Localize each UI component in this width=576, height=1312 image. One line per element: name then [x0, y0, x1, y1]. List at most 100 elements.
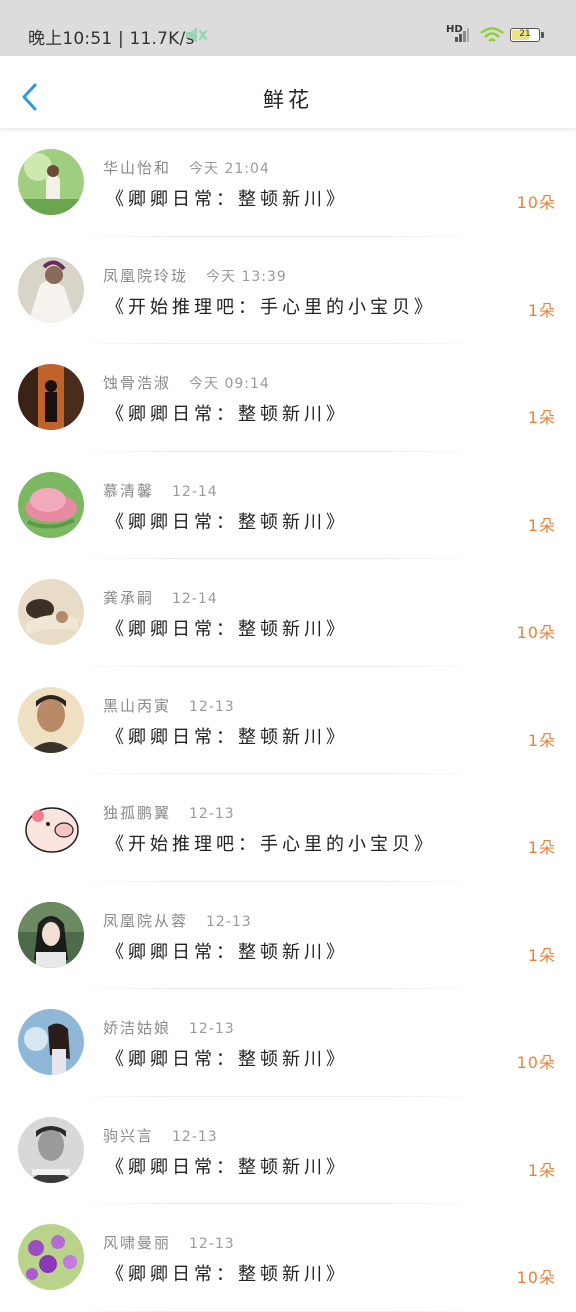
flower-count: 1朵 — [527, 408, 556, 427]
gift-list: 华山怡和 今天 21:04 《卿卿日常：整顿新川》 10朵 凤凰院玲珑 今天 13:39 《… — [0, 129, 576, 1312]
avatar[interactable] — [18, 256, 84, 323]
list-item[interactable]: 驹兴言 12-13 《卿卿日常：整顿新川》 1朵 — [0, 1097, 576, 1204]
avatar[interactable] — [18, 686, 84, 753]
user-name[interactable]: 凤凰院从蓉 12-13 — [103, 910, 252, 931]
avatar-man-portrait — [18, 686, 84, 753]
list-item[interactable]: 凤凰院从蓉 12-13 《卿卿日常：整顿新川》 1朵 — [0, 882, 576, 989]
user-name[interactable]: 风啸曼丽 12-13 — [103, 1232, 235, 1253]
gift-time: 今天 21:04 — [189, 161, 270, 177]
flower-count: 10朵 — [516, 1268, 556, 1287]
avatar[interactable] — [18, 579, 84, 645]
list-item[interactable]: 黑山丙寅 12-13 《卿卿日常：整顿新川》 1朵 — [0, 667, 576, 774]
book-title[interactable]: 《开始推理吧：手心里的小宝贝》 — [106, 830, 436, 856]
avatar[interactable] — [18, 149, 84, 215]
avatar-woman-forest — [18, 901, 84, 968]
avatar[interactable] — [18, 901, 84, 968]
flower-count: 1朵 — [527, 515, 556, 535]
user-name-text: 蚀骨浩淑 — [103, 374, 172, 392]
list-item[interactable]: 龚承嗣 12-14 《卿卿日常：整顿新川》 10朵 — [0, 559, 576, 667]
avatar-cartoon-pig — [18, 794, 84, 860]
gift-time: 12-13 — [172, 1128, 218, 1145]
row-divider — [70, 1310, 486, 1312]
user-name[interactable]: 慕清馨 12-14 — [103, 480, 218, 501]
gift-time: 12-13 — [189, 806, 235, 822]
user-name-text: 驹兴言 — [103, 1126, 155, 1145]
nav-header: 鲜花 — [0, 56, 576, 129]
list-item[interactable]: 华山怡和 今天 21:04 《卿卿日常：整顿新川》 10朵 — [0, 129, 576, 237]
user-name-text: 慕清馨 — [103, 481, 155, 500]
flower-count: 1朵 — [527, 945, 556, 965]
avatar-reclining-figure — [18, 579, 84, 645]
user-name[interactable]: 华山怡和 今天 21:04 — [103, 157, 270, 178]
mute-icon — [186, 27, 208, 43]
gift-time: 12-13 — [189, 698, 235, 715]
avatar[interactable] — [18, 1224, 84, 1290]
battery-icon: 21 — [510, 28, 540, 42]
list-item[interactable]: 慕清馨 12-14 《卿卿日常：整顿新川》 1朵 — [0, 452, 576, 559]
book-title[interactable]: 《卿卿日常：整顿新川》 — [106, 615, 348, 641]
avatar-woman-blue-sky — [18, 1009, 84, 1075]
gift-time: 今天 09:14 — [189, 376, 270, 392]
user-name[interactable]: 龚承嗣 12-14 — [103, 587, 218, 608]
avatar[interactable] — [18, 471, 84, 538]
user-name-text: 娇洁姑娘 — [103, 1019, 172, 1037]
list-item[interactable]: 蚀骨浩淑 今天 09:14 《卿卿日常：整顿新川》 1朵 — [0, 344, 576, 452]
user-name-text: 凤凰院玲珑 — [103, 266, 189, 285]
battery-cap — [541, 32, 544, 38]
gift-time: 12-13 — [189, 1236, 235, 1252]
user-name[interactable]: 黑山丙寅 12-13 — [103, 695, 235, 716]
book-title[interactable]: 《卿卿日常：整顿新川》 — [106, 723, 348, 749]
user-name-text: 黑山丙寅 — [103, 696, 172, 715]
gift-time: 12-13 — [206, 913, 252, 930]
avatar-bw-man — [18, 1116, 84, 1183]
list-item[interactable]: 独孤鹏翼 12-13 《开始推理吧：手心里的小宝贝》 1朵 — [0, 774, 576, 882]
user-name-text: 华山怡和 — [103, 159, 172, 177]
list-item[interactable]: 娇洁姑娘 12-13 《卿卿日常：整顿新川》 10朵 — [0, 989, 576, 1097]
user-name-text: 风啸曼丽 — [103, 1234, 172, 1252]
book-title[interactable]: 《卿卿日常：整顿新川》 — [106, 508, 348, 534]
avatar-dark-silhouette — [18, 364, 84, 430]
book-title[interactable]: 《卿卿日常：整顿新川》 — [106, 1153, 348, 1179]
book-title[interactable]: 《卿卿日常：整顿新川》 — [106, 938, 348, 964]
flower-count: 10朵 — [516, 1053, 556, 1072]
user-name-text: 龚承嗣 — [103, 589, 155, 607]
list-item[interactable]: 凤凰院玲珑 今天 13:39 《开始推理吧：手心里的小宝贝》 1朵 — [0, 237, 576, 344]
avatar-purple-flowers — [18, 1224, 84, 1290]
user-name[interactable]: 娇洁姑娘 12-13 — [103, 1017, 235, 1038]
flower-count: 10朵 — [516, 193, 556, 212]
user-name-text: 独孤鹏翼 — [103, 804, 172, 822]
gift-time: 今天 13:39 — [206, 268, 287, 285]
status-time: 晚上10:51 | 11.7K/s — [28, 29, 195, 49]
flower-count: 1朵 — [527, 730, 556, 750]
avatar-green-garden — [18, 149, 84, 215]
user-name[interactable]: 驹兴言 12-13 — [103, 1125, 218, 1146]
book-title[interactable]: 《卿卿日常：整顿新川》 — [106, 400, 348, 426]
flower-count: 1朵 — [527, 1160, 556, 1180]
wifi-icon — [480, 27, 504, 42]
avatar[interactable] — [18, 1009, 84, 1075]
avatar[interactable] — [18, 1116, 84, 1183]
flower-count: 1朵 — [527, 838, 556, 857]
user-name[interactable]: 独孤鹏翼 12-13 — [103, 802, 235, 823]
gift-time: 12-14 — [172, 483, 218, 500]
battery-level: 21 — [519, 29, 531, 39]
gift-time: 12-14 — [172, 591, 218, 607]
gift-time: 12-13 — [189, 1021, 235, 1037]
status-bar: 晚上10:51 | 11.7K/s HD 21 — [0, 0, 576, 56]
signal-icon — [455, 28, 469, 42]
flower-count: 1朵 — [527, 300, 556, 320]
user-name[interactable]: 凤凰院玲珑 今天 13:39 — [103, 265, 287, 286]
book-title[interactable]: 《卿卿日常：整顿新川》 — [106, 1260, 348, 1286]
avatar-white-robe — [18, 256, 84, 323]
book-title[interactable]: 《卿卿日常：整顿新川》 — [106, 1045, 348, 1071]
avatar[interactable] — [18, 794, 84, 860]
book-title[interactable]: 《开始推理吧：手心里的小宝贝》 — [106, 293, 436, 319]
user-name[interactable]: 蚀骨浩淑 今天 09:14 — [103, 372, 270, 393]
list-item[interactable]: 风啸曼丽 12-13 《卿卿日常：整顿新川》 10朵 — [0, 1204, 576, 1312]
avatar[interactable] — [18, 364, 84, 430]
avatar-pink-lotus — [18, 471, 84, 538]
page-title: 鲜花 — [263, 88, 313, 112]
book-title[interactable]: 《卿卿日常：整顿新川》 — [106, 185, 348, 211]
user-name-text: 凤凰院从蓉 — [103, 911, 189, 930]
flower-count: 10朵 — [516, 623, 556, 642]
